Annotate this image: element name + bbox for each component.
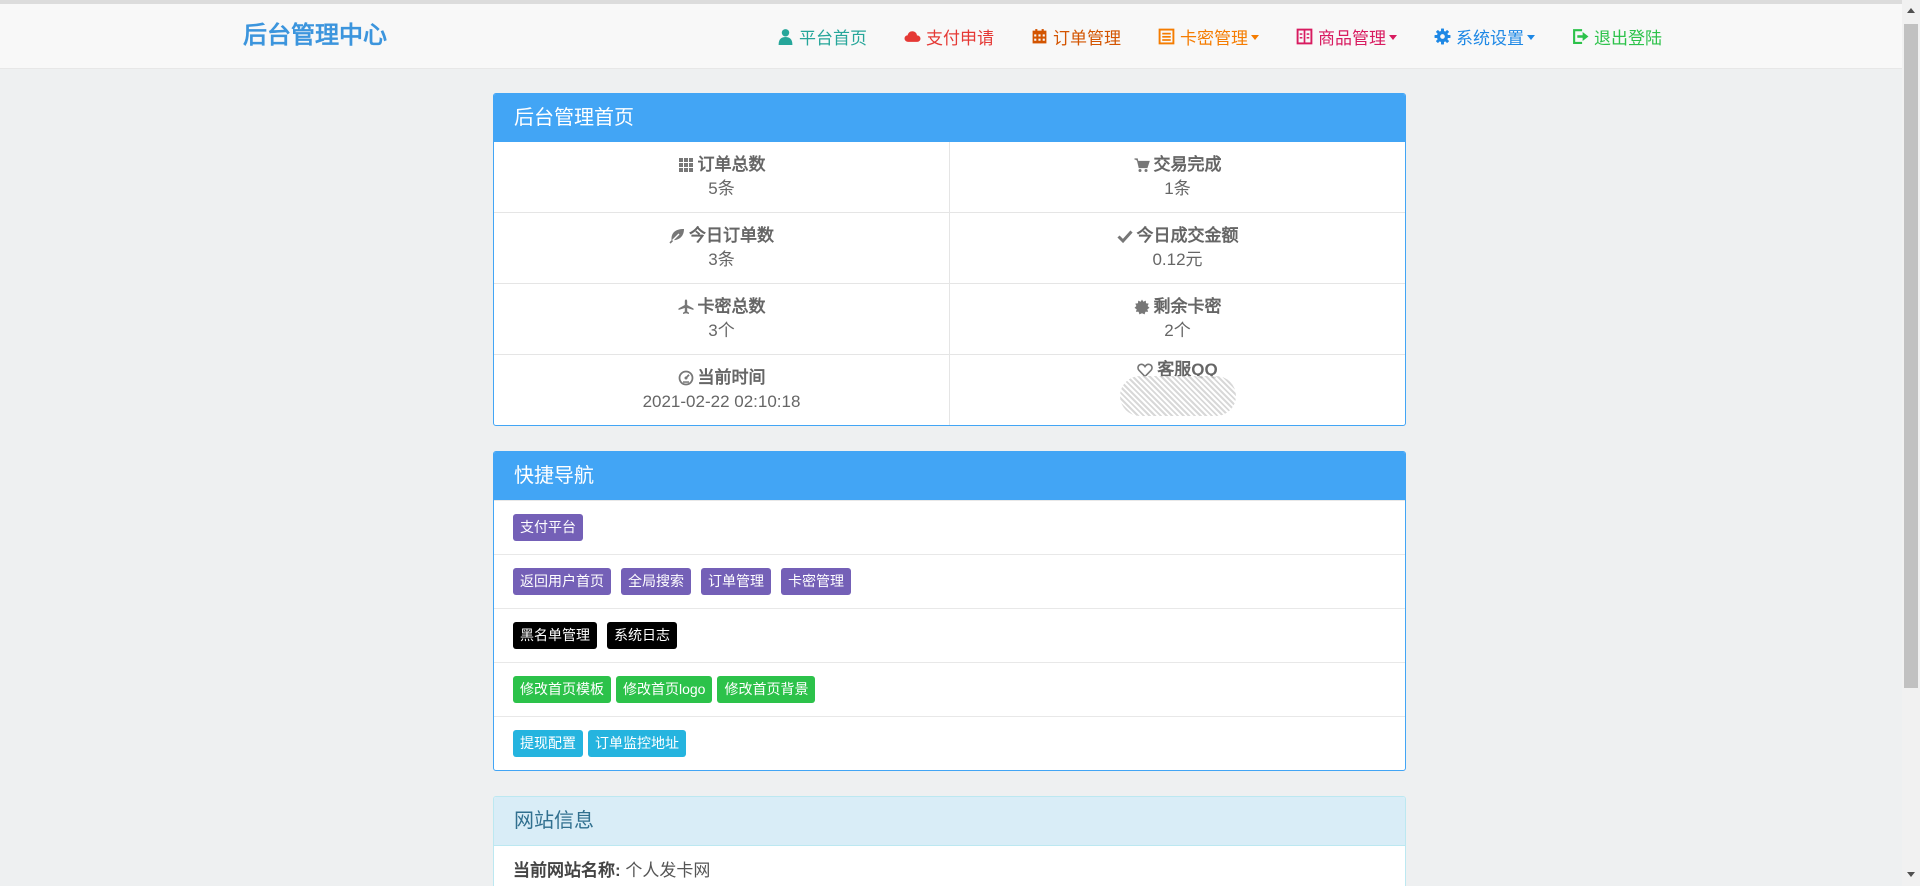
nav-item-settings[interactable]: 系统设置 xyxy=(1434,24,1535,49)
stats-table: 订单总数 5条 交易完成 1条 今日订单数 3条 今日成交金额 0.12元 卡密… xyxy=(494,142,1405,425)
stat-service-qq: 客服QQ xyxy=(949,354,1405,425)
brand-title[interactable]: 后台管理中心 xyxy=(243,4,387,68)
nav-item-label: 系统设置 xyxy=(1456,28,1524,48)
quicknav-row: 返回用户首页 全局搜索 订单管理 卡密管理 xyxy=(494,554,1405,608)
stat-today-amount: 今日成交金额 0.12元 xyxy=(949,212,1405,284)
stat-value: 2021-02-22 02:10:18 xyxy=(642,392,801,411)
scroll-up-icon[interactable] xyxy=(1907,8,1915,13)
system-log-button[interactable]: 系统日志 xyxy=(607,622,677,649)
nav-item-orders[interactable]: 订单管理 xyxy=(1031,24,1121,49)
stat-completed: 交易完成 1条 xyxy=(949,142,1405,213)
vertical-scrollbar[interactable] xyxy=(1902,0,1920,886)
nav-item-payment[interactable]: 支付申请 xyxy=(904,24,994,49)
scrollbar-thumb[interactable] xyxy=(1904,24,1918,688)
site-name-value: 个人发卡网 xyxy=(625,861,711,880)
stat-order-total: 订单总数 5条 xyxy=(494,142,950,213)
order-monitor-button[interactable]: 订单监控地址 xyxy=(588,730,686,757)
stat-label: 卡密总数 xyxy=(697,297,766,316)
quicknav-panel: 快捷导航 支付平台 返回用户首页 全局搜索 订单管理 卡密管理 黑名单管理 系统… xyxy=(493,451,1406,771)
stat-value: 0.12元 xyxy=(1152,250,1203,269)
stat-label: 交易完成 xyxy=(1153,155,1222,174)
nav-item-label: 平台首页 xyxy=(799,28,867,48)
logout-icon xyxy=(1573,28,1589,44)
siteinfo-panel: 网站信息 当前网站名称: 个人发卡网 xyxy=(493,796,1406,896)
nav-item-label: 退出登陆 xyxy=(1594,28,1662,48)
edit-logo-button[interactable]: 修改首页logo xyxy=(616,676,713,703)
stat-current-time: 当前时间 2021-02-22 02:10:18 xyxy=(494,354,950,425)
blurred-qq-number xyxy=(1119,375,1236,416)
edit-template-button[interactable]: 修改首页模板 xyxy=(513,676,611,703)
stat-value: 1条 xyxy=(1164,179,1191,198)
nav-menu: 平台首页 支付申请 订单管理 卡密管理 商品管理 系统设置 退出登陆 xyxy=(740,4,1662,68)
viewport: 后台管理中心 平台首页 支付申请 订单管理 卡密管理 商品管理 系统设置 退出登… xyxy=(0,0,1920,896)
chevron-down-icon xyxy=(1527,34,1535,40)
nav-item-cards[interactable]: 卡密管理 xyxy=(1158,24,1259,49)
panel-title: 后台管理首页 xyxy=(494,94,1405,142)
check-icon xyxy=(1116,230,1133,244)
cloud-icon xyxy=(904,30,921,42)
stat-label: 订单总数 xyxy=(697,155,766,174)
main-content: 后台管理首页 订单总数 5条 交易完成 1条 今日订单数 3条 今日成交金额 0… xyxy=(493,93,1406,896)
book-icon xyxy=(1296,28,1313,44)
stat-label: 今日订单数 xyxy=(689,226,774,245)
nav-item-label: 商品管理 xyxy=(1318,28,1386,48)
list-icon xyxy=(1158,28,1175,44)
stat-value-qq xyxy=(950,375,1405,423)
nav-item-label: 卡密管理 xyxy=(1180,28,1248,48)
user-icon xyxy=(778,28,793,45)
bottom-edge xyxy=(0,886,1920,896)
panel-title: 快捷导航 xyxy=(494,452,1405,500)
quicknav-row: 提现配置 订单监控地址 xyxy=(494,716,1405,770)
certificate-icon xyxy=(1134,299,1149,315)
chevron-down-icon xyxy=(1389,34,1397,40)
nav-item-label: 订单管理 xyxy=(1053,28,1121,48)
scroll-down-icon[interactable] xyxy=(1907,872,1915,877)
withdraw-config-button[interactable]: 提现配置 xyxy=(513,730,583,757)
chevron-down-icon xyxy=(1251,34,1259,40)
nav-item-label: 支付申请 xyxy=(926,28,994,48)
stat-card-total: 卡密总数 3个 xyxy=(494,283,950,355)
card-manage-button[interactable]: 卡密管理 xyxy=(781,568,851,595)
nav-item-products[interactable]: 商品管理 xyxy=(1296,24,1397,49)
global-search-button[interactable]: 全局搜索 xyxy=(621,568,691,595)
user-home-button[interactable]: 返回用户首页 xyxy=(513,568,611,595)
stat-label: 今日成交金额 xyxy=(1136,226,1239,245)
stat-value: 2个 xyxy=(1164,321,1191,340)
cart-icon xyxy=(1134,158,1150,172)
stat-value: 3条 xyxy=(708,250,735,269)
quicknav-row: 黑名单管理 系统日志 xyxy=(494,608,1405,662)
nav-item-home[interactable]: 平台首页 xyxy=(777,24,867,49)
navbar: 后台管理中心 平台首页 支付申请 订单管理 卡密管理 商品管理 系统设置 退出登… xyxy=(0,4,1902,69)
plane-icon xyxy=(678,299,693,314)
edit-background-button[interactable]: 修改首页背景 xyxy=(717,676,816,703)
gear-icon xyxy=(1434,28,1451,44)
th-icon xyxy=(678,158,693,172)
nav-item-logout[interactable]: 退出登陆 xyxy=(1572,24,1662,49)
order-manage-button[interactable]: 订单管理 xyxy=(701,568,771,595)
panel-title: 网站信息 xyxy=(494,797,1405,846)
calendar-icon xyxy=(1032,28,1047,43)
dashboard-panel: 后台管理首页 订单总数 5条 交易完成 1条 今日订单数 3条 今日成交金额 0… xyxy=(493,93,1406,426)
quicknav-row: 支付平台 xyxy=(494,500,1405,554)
quicknav-row: 修改首页模板 修改首页logo 修改首页背景 xyxy=(494,662,1405,716)
site-name-label: 当前网站名称: xyxy=(513,861,621,880)
stat-today-orders: 今日订单数 3条 xyxy=(494,212,950,284)
leaf-icon xyxy=(669,229,684,244)
dashboard-icon xyxy=(678,370,693,386)
stat-value: 3个 xyxy=(708,321,735,340)
stat-card-remaining: 剩余卡密 2个 xyxy=(949,283,1405,355)
stat-label: 剩余卡密 xyxy=(1153,297,1222,316)
blacklist-button[interactable]: 黑名单管理 xyxy=(513,622,597,649)
payment-platform-button[interactable]: 支付平台 xyxy=(513,514,583,541)
stat-value: 5条 xyxy=(708,179,735,198)
stat-label: 当前时间 xyxy=(697,368,766,387)
